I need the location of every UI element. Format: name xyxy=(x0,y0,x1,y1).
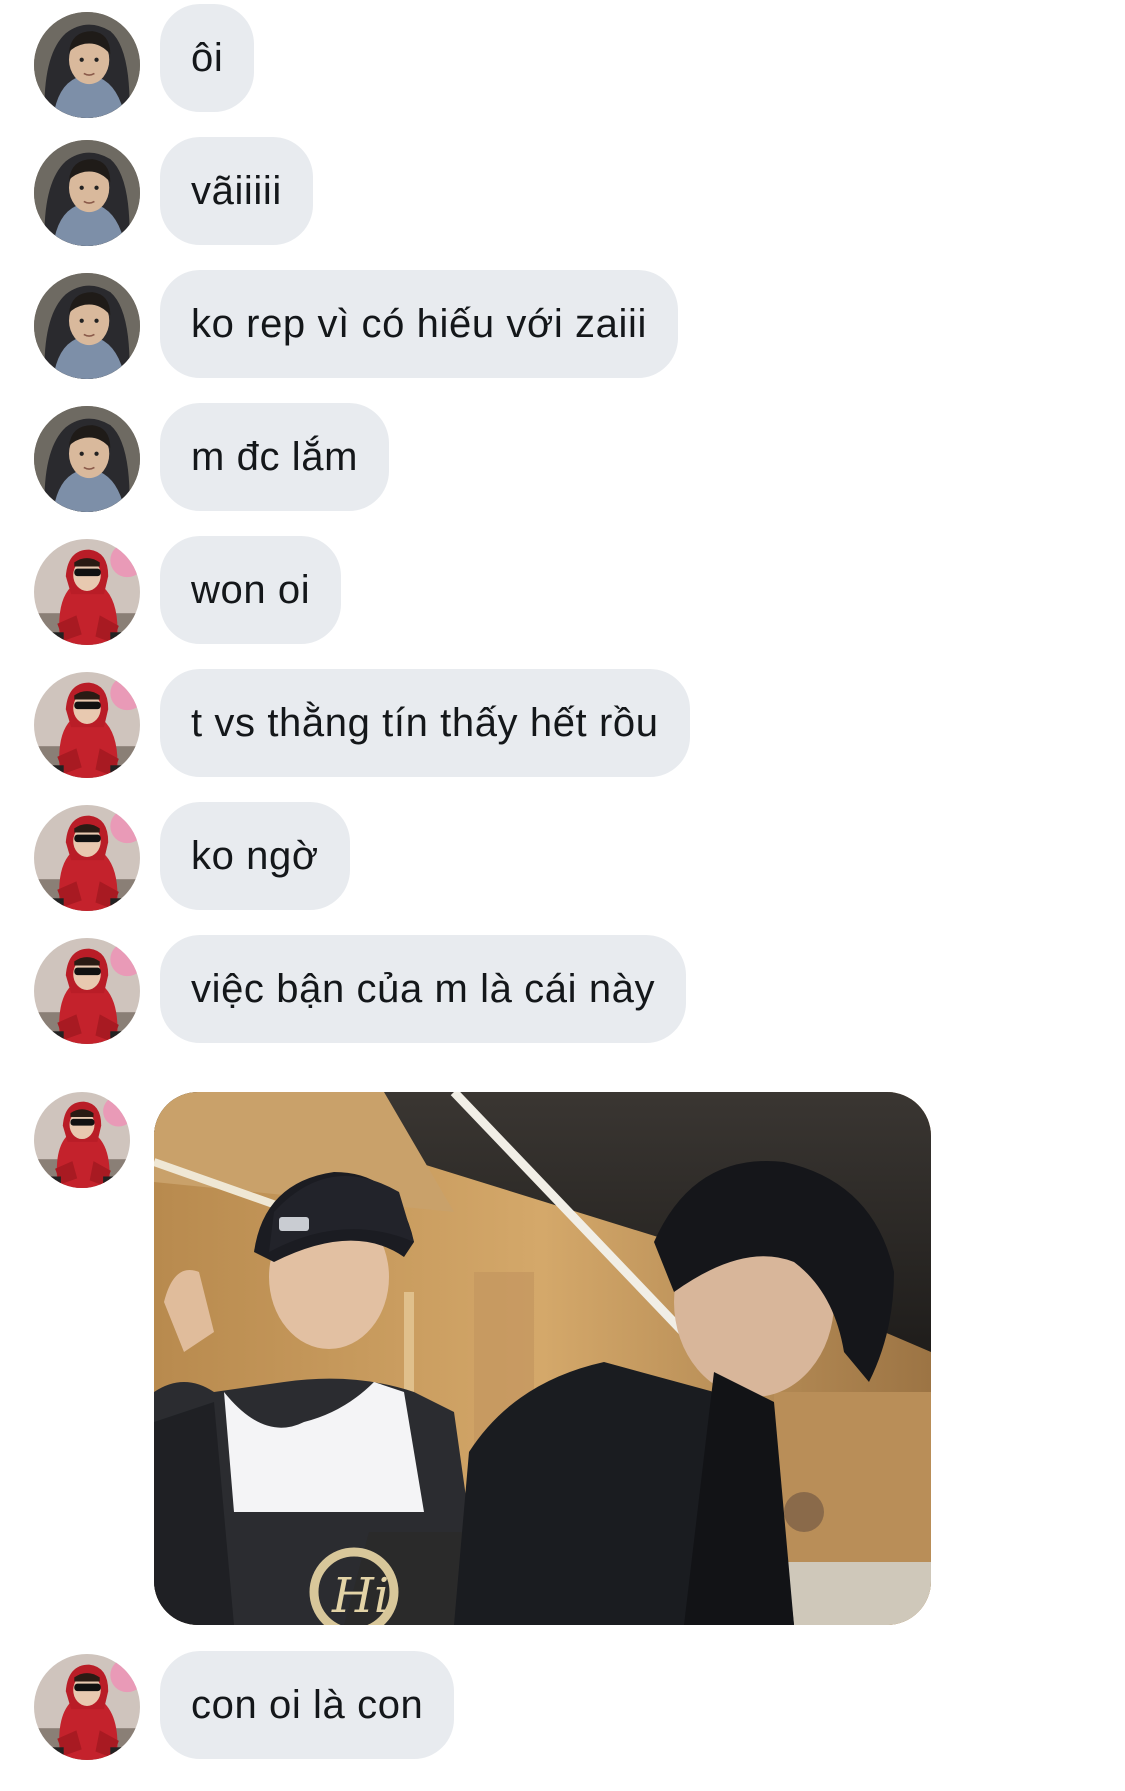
avatar[interactable] xyxy=(34,539,140,645)
avatar[interactable] xyxy=(34,140,140,246)
message-bubble[interactable]: won oi xyxy=(160,536,342,644)
message-bubble[interactable]: con oi là con xyxy=(160,1651,455,1759)
message-bubble[interactable]: ôi xyxy=(160,4,255,112)
avatar[interactable] xyxy=(34,406,140,512)
shirt-print: Hi xyxy=(331,1568,389,1624)
avatar[interactable] xyxy=(34,1654,140,1760)
two-people-photo: Hi xyxy=(154,1092,931,1625)
avatar[interactable] xyxy=(34,805,140,911)
avatar[interactable] xyxy=(34,12,140,118)
message-bubble[interactable]: ko ngờ xyxy=(160,802,350,910)
message-bubble[interactable]: vãiiiii xyxy=(160,137,313,245)
message-bubble[interactable]: ko rep vì có hiếu với zaiii xyxy=(160,270,678,378)
avatar[interactable] xyxy=(34,938,140,1044)
message-bubble[interactable]: t vs thằng tín thấy hết rồu xyxy=(160,669,690,777)
message-bubble[interactable]: việc bận của m là cái này xyxy=(160,935,687,1043)
avatar[interactable] xyxy=(34,273,140,379)
avatar[interactable] xyxy=(34,672,140,778)
message-bubble[interactable]: m đc lắm xyxy=(160,403,390,511)
image-message[interactable]: Hi xyxy=(154,1092,931,1625)
avatar[interactable] xyxy=(34,1092,130,1188)
